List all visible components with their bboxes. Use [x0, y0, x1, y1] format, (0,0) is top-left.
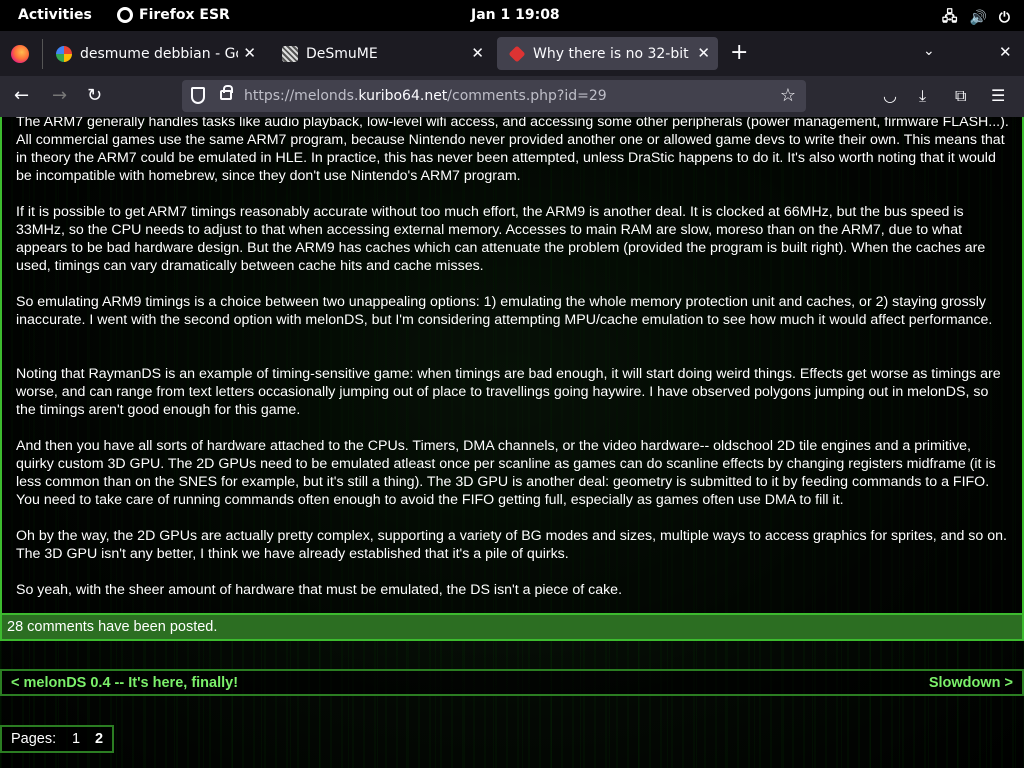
system-tray[interactable]: 🖧 🔊 ⏻ [942, 6, 1010, 30]
power-icon: ⏻ [998, 10, 1010, 26]
page-link-2-current: 2 [95, 731, 104, 747]
navigation-toolbar: ← → ↻ https://melonds.kuribo64.net/comme… [0, 76, 1024, 117]
tab-title: Why there is no 32-bit bu [533, 45, 692, 62]
bookmark-star-icon[interactable]: ☆ [780, 85, 796, 106]
comments-count-link[interactable]: 28 comments have been posted. [0, 613, 1024, 641]
firefox-view-icon[interactable] [11, 45, 29, 63]
melonds-icon [508, 45, 526, 62]
url-domain: kuribo64.net [358, 88, 448, 104]
pagination: Pages: 1 2 [0, 725, 114, 753]
new-tab-button[interactable]: + [730, 42, 748, 64]
article-paragraph: Oh by the way, the 2D GPUs are actually … [16, 528, 1007, 562]
close-tab-icon[interactable]: ✕ [243, 44, 256, 62]
extensions-puzzle-icon[interactable]: ⧉ [955, 86, 966, 106]
article-body: The ARM7 generally handles tasks like au… [0, 117, 1024, 613]
list-all-tabs-icon[interactable]: ⌄ [923, 43, 935, 59]
article-paragraph: If it is possible to get ARM7 timings re… [16, 204, 986, 274]
activities-button[interactable]: Activities [18, 7, 92, 23]
firefox-icon [117, 7, 133, 23]
tracking-protection-shield-icon[interactable] [191, 87, 205, 104]
pocket-icon[interactable]: ◡ [883, 86, 897, 105]
pagination-label: Pages: [11, 731, 57, 747]
google-icon [56, 45, 72, 62]
app-menu[interactable]: Firefox ESR [117, 7, 230, 23]
lock-icon[interactable] [220, 85, 233, 100]
web-page-content: The ARM7 generally handles tasks like au… [0, 117, 1024, 768]
close-tab-icon[interactable]: ✕ [471, 44, 484, 62]
tab-bar: desmume debbian - Goog ✕ DeSmuME ✕ Why t… [0, 31, 1024, 76]
app-name: Firefox ESR [139, 7, 230, 23]
tab-melonds-comments[interactable]: Why there is no 32-bit bu ✕ [497, 37, 718, 70]
url-text[interactable]: https://melonds.kuribo64.net/comments.ph… [244, 88, 607, 104]
tab-title: desmume debbian - Goog [80, 45, 238, 62]
article-paragraph: The ARM7 generally handles tasks like au… [16, 117, 1009, 184]
back-arrow-icon[interactable]: ← [14, 86, 29, 106]
article-paragraph: Noting that RaymanDS is an example of ti… [16, 366, 1001, 418]
previous-post-link[interactable]: < melonDS 0.4 -- It's here, finally! [11, 675, 238, 691]
tab-separator [42, 39, 43, 69]
tab-google-search[interactable]: desmume debbian - Goog ✕ [44, 37, 264, 70]
post-navigation: < melonDS 0.4 -- It's here, finally! Slo… [0, 669, 1024, 696]
page-link-1[interactable]: 1 [72, 731, 80, 747]
address-bar[interactable]: https://melonds.kuribo64.net/comments.ph… [182, 80, 806, 112]
article-paragraph: So yeah, with the sheer amount of hardwa… [16, 582, 623, 598]
downloads-icon[interactable]: ⤓ [919, 86, 926, 106]
desmume-icon [282, 45, 298, 62]
volume-icon: 🔊 [969, 10, 987, 26]
close-tab-icon[interactable]: ✕ [697, 44, 710, 62]
article-paragraph: So emulating ARM9 timings is a choice be… [16, 294, 993, 328]
next-post-link[interactable]: Slowdown > [929, 675, 1013, 691]
forward-arrow-icon[interactable]: → [52, 86, 67, 106]
tab-desmume[interactable]: DeSmuME ✕ [270, 37, 492, 70]
hamburger-menu-icon[interactable]: ☰ [991, 86, 1005, 105]
network-icon: 🖧 [941, 9, 958, 25]
reload-icon[interactable]: ↻ [87, 86, 102, 106]
tab-title: DeSmuME [306, 45, 378, 62]
close-window-icon[interactable]: ✕ [999, 43, 1012, 61]
article-paragraph: And then you have all sorts of hardware … [16, 438, 996, 508]
clock[interactable]: Jan 1 19:08 [471, 7, 560, 23]
system-top-bar: Activities Firefox ESR Jan 1 19:08 🖧 🔊 ⏻ [0, 0, 1024, 31]
